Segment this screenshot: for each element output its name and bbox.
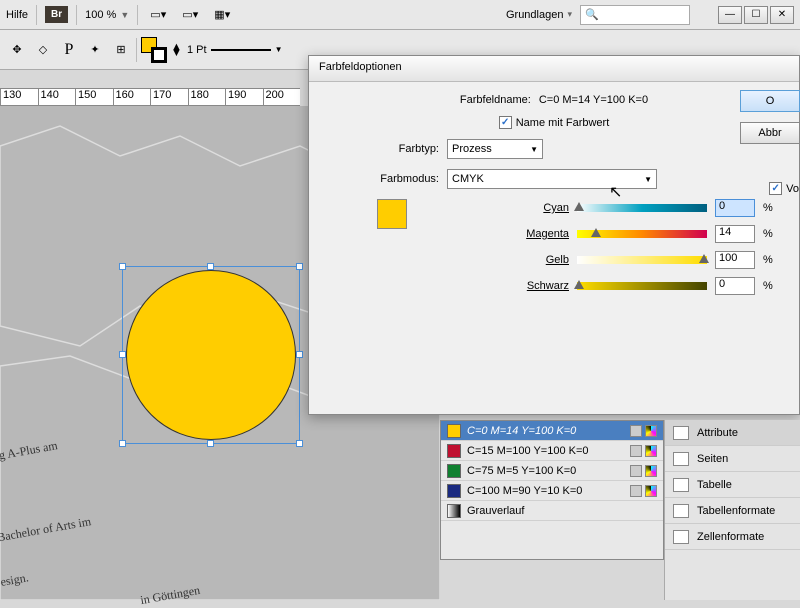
swatch-row[interactable]: C=100 M=90 Y=10 K=0 <box>441 481 663 501</box>
tool-b-icon[interactable]: ⊞ <box>110 39 132 61</box>
selected-circle-object[interactable] <box>126 270 296 440</box>
colortype-dropdown[interactable]: Prozess▼ <box>447 139 543 159</box>
swatch-options-dialog: Farbfeldoptionen Farbfeldname: C=0 M=14 … <box>308 55 800 415</box>
help-menu[interactable]: Hilfe <box>6 9 28 21</box>
horizontal-ruler: 130 140 150 160 170 180 190 200 <box>0 88 300 106</box>
cancel-button[interactable]: Abbr <box>740 122 800 144</box>
selection-tool-icon[interactable]: ✥ <box>6 39 28 61</box>
black-slider[interactable] <box>577 282 707 290</box>
tool-a-icon[interactable]: ✦ <box>84 39 106 61</box>
right-panel-stack: Attribute Seiten Tabelle Tabellenformate… <box>664 420 800 600</box>
view-options-icon[interactable]: ▭▾ <box>146 5 170 25</box>
search-input[interactable]: 🔍 <box>580 5 690 25</box>
minimize-button[interactable]: — <box>718 6 742 24</box>
panel-tab-seiten[interactable]: Seiten <box>665 446 800 472</box>
swatch-name-label: Farbfeldname: <box>460 94 531 106</box>
panel-tab-tabellenformate[interactable]: Tabellenformate <box>665 498 800 524</box>
color-preview-swatch <box>377 199 407 229</box>
zoom-level[interactable]: 100 %▼ <box>85 9 129 21</box>
screen-mode-icon[interactable]: ▭▾ <box>178 5 202 25</box>
cursor-icon: ↖ <box>609 182 622 202</box>
magenta-input[interactable]: 14 <box>715 225 755 243</box>
preview-checkbox[interactable]: ✓Vo <box>769 182 799 195</box>
arrange-icon[interactable]: ▦▾ <box>210 5 234 25</box>
close-button[interactable]: ✕ <box>770 6 794 24</box>
top-menu-bar: Hilfe Br 100 %▼ ▭▾ ▭▾ ▦▾ Grundlagen▾ 🔍 —… <box>0 0 800 30</box>
yellow-input[interactable]: 100 <box>715 251 755 269</box>
maximize-button[interactable]: ☐ <box>744 6 768 24</box>
swatch-name-value: C=0 M=14 Y=100 K=0 <box>539 94 648 106</box>
colormode-dropdown[interactable]: CMYK▼ <box>447 169 657 189</box>
panel-tab-zellenformate[interactable]: Zellenformate <box>665 524 800 550</box>
colormode-label: Farbmodus: <box>327 173 439 185</box>
dialog-title: Farbfeldoptionen <box>309 56 799 82</box>
bridge-button[interactable]: Br <box>45 6 68 23</box>
black-label: Schwarz <box>419 280 569 292</box>
swatches-panel: C=0 M=14 Y=100 K=0 C=15 M=100 Y=100 K=0 … <box>440 420 664 560</box>
name-with-value-checkbox[interactable]: ✓Name mit Farbwert <box>499 116 610 129</box>
magenta-label: Magenta <box>419 228 569 240</box>
direct-selection-icon[interactable]: ◇ <box>32 39 54 61</box>
swatch-row[interactable]: C=75 M=5 Y=100 K=0 <box>441 461 663 481</box>
colortype-label: Farbtyp: <box>327 143 439 155</box>
cyan-label: Cyan <box>419 202 569 214</box>
yellow-label: Gelb <box>419 254 569 266</box>
panel-tab-attribute[interactable]: Attribute <box>665 420 800 446</box>
swatch-row[interactable]: C=0 M=14 Y=100 K=0 <box>441 421 663 441</box>
yellow-slider[interactable] <box>577 256 707 264</box>
type-tool-icon[interactable]: P <box>58 39 80 61</box>
fill-stroke-swatch[interactable] <box>141 37 167 63</box>
ok-button[interactable]: O <box>740 90 800 112</box>
panel-tab-tabelle[interactable]: Tabelle <box>665 472 800 498</box>
swatch-row[interactable]: Grauverlauf <box>441 501 663 521</box>
cyan-input[interactable]: 0 <box>715 199 755 217</box>
workspace-dropdown[interactable]: Grundlagen <box>506 9 564 21</box>
magenta-slider[interactable] <box>577 230 707 238</box>
swatch-row[interactable]: C=15 M=100 Y=100 K=0 <box>441 441 663 461</box>
stroke-weight-control[interactable]: ▲▼ 1 Pt ▼ <box>171 44 283 56</box>
black-input[interactable]: 0 <box>715 277 755 295</box>
cyan-slider[interactable] <box>577 204 707 212</box>
